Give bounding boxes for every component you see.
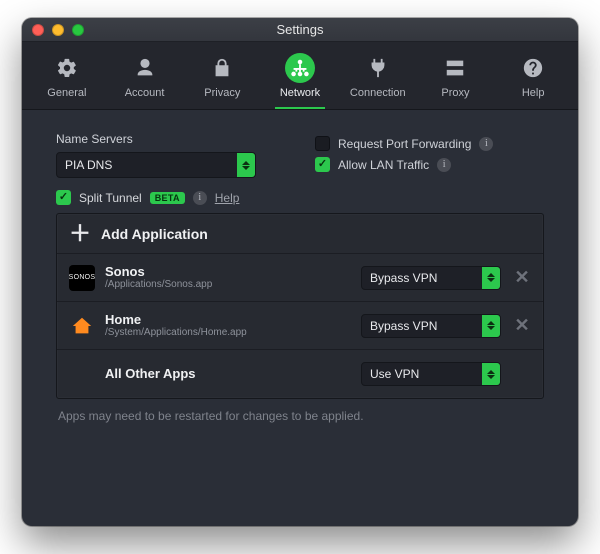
app-row: SONOS Sonos /Applications/Sonos.app Bypa…: [57, 254, 543, 302]
tab-general[interactable]: General: [28, 42, 106, 109]
stepper-icon: [482, 363, 500, 385]
zoom-icon[interactable]: [72, 24, 84, 36]
info-icon[interactable]: i: [193, 191, 207, 205]
gear-icon: [56, 57, 78, 79]
sonos-app-icon: SONOS: [69, 265, 95, 291]
tab-label: General: [47, 87, 86, 99]
lock-icon: [211, 57, 233, 79]
stepper-icon: [482, 267, 500, 289]
tab-help[interactable]: Help: [494, 42, 572, 109]
house-icon: [71, 315, 93, 337]
app-path: /System/Applications/Home.app: [105, 327, 351, 338]
add-application-row[interactable]: ＋ Add Application: [57, 214, 543, 254]
add-application-label: Add Application: [101, 226, 208, 242]
window-controls: [22, 24, 84, 36]
person-icon: [134, 57, 156, 79]
tab-label: Network: [280, 87, 320, 99]
split-tunnel-checkbox[interactable]: [56, 190, 71, 205]
server-icon: [444, 57, 466, 79]
plus-icon: ＋: [69, 223, 91, 245]
app-mode-value: Bypass VPN: [370, 271, 437, 285]
tab-bar: General Account Privacy Network Connecti…: [22, 42, 578, 110]
network-pane: Name Servers PIA DNS Request Port Forwar…: [22, 110, 578, 526]
tab-connection[interactable]: Connection: [339, 42, 417, 109]
name-servers-label: Name Servers: [56, 132, 285, 146]
tab-label: Privacy: [204, 87, 240, 99]
split-tunnel-label: Split Tunnel: [79, 191, 142, 205]
port-forwarding-checkbox[interactable]: [315, 136, 330, 151]
app-row: All Other Apps Use VPN ✕: [57, 350, 543, 398]
minimize-icon[interactable]: [52, 24, 64, 36]
network-icon: [289, 57, 311, 79]
remove-app-button[interactable]: ✕: [511, 315, 533, 337]
lan-traffic-label: Allow LAN Traffic: [338, 158, 429, 172]
port-forwarding-label: Request Port Forwarding: [338, 137, 471, 151]
tab-label: Account: [125, 87, 165, 99]
tab-proxy[interactable]: Proxy: [417, 42, 495, 109]
footer-note: Apps may need to be restarted for change…: [56, 399, 544, 423]
home-app-icon: [69, 313, 95, 339]
stepper-icon: [482, 315, 500, 337]
name-servers-select[interactable]: PIA DNS: [56, 152, 256, 178]
settings-window: Settings General Account Privacy Network…: [22, 18, 578, 526]
tab-privacy[interactable]: Privacy: [183, 42, 261, 109]
question-icon: [522, 57, 544, 79]
all-other-apps-icon: [69, 361, 95, 387]
app-mode-select[interactable]: Bypass VPN: [361, 314, 501, 338]
app-mode-select[interactable]: Use VPN: [361, 362, 501, 386]
beta-badge: BETA: [150, 192, 185, 204]
split-tunnel-list: ＋ Add Application SONOS Sonos /Applicati…: [56, 213, 544, 399]
app-mode-select[interactable]: Bypass VPN: [361, 266, 501, 290]
tab-network[interactable]: Network: [261, 42, 339, 109]
tab-account[interactable]: Account: [106, 42, 184, 109]
tab-label: Help: [522, 87, 545, 99]
name-servers-value: PIA DNS: [65, 158, 112, 172]
tab-label: Proxy: [441, 87, 469, 99]
app-row: Home /System/Applications/Home.app Bypas…: [57, 302, 543, 350]
titlebar: Settings: [22, 18, 578, 42]
info-icon[interactable]: i: [437, 158, 451, 172]
stepper-icon: [237, 153, 255, 177]
tab-label: Connection: [350, 87, 406, 99]
lan-traffic-checkbox[interactable]: [315, 157, 330, 172]
app-mode-value: Bypass VPN: [370, 319, 437, 333]
app-mode-value: Use VPN: [370, 367, 419, 381]
app-name: All Other Apps: [105, 367, 351, 381]
app-name: Sonos: [105, 265, 351, 279]
app-path: /Applications/Sonos.app: [105, 279, 351, 290]
close-icon[interactable]: [32, 24, 44, 36]
info-icon[interactable]: i: [479, 137, 493, 151]
plug-icon: [367, 57, 389, 79]
window-title: Settings: [22, 22, 578, 37]
help-link[interactable]: Help: [215, 191, 240, 205]
remove-app-button[interactable]: ✕: [511, 267, 533, 289]
app-name: Home: [105, 313, 351, 327]
